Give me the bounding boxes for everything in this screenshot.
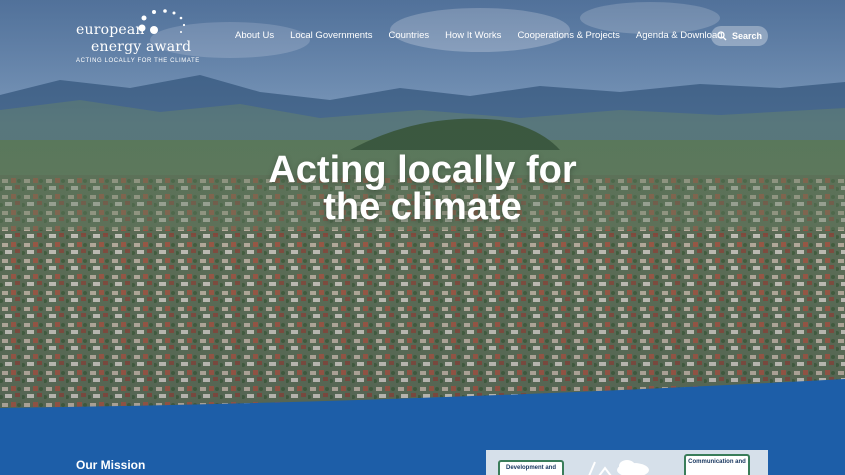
logo-tagline: ACTING LOCALLY FOR THE CLIMATE — [76, 58, 200, 64]
search-button[interactable]: Search — [711, 26, 768, 46]
search-icon — [717, 31, 727, 41]
nav-how-it-works[interactable]: How It Works — [437, 28, 509, 43]
infographic-box-communication: Communication and — [684, 454, 750, 475]
logo-text-line2: energy award — [91, 39, 192, 55]
main-nav: About Us Local Governments Countries How… — [227, 28, 731, 43]
logo-text-line1: european — [76, 22, 145, 38]
mission-infographic: Development and Communication and — [486, 450, 768, 475]
mission-heading: Our Mission — [76, 458, 146, 472]
cloud-icon — [588, 460, 649, 475]
nav-local-governments[interactable]: Local Governments — [282, 28, 380, 43]
hero-wave-divider — [0, 379, 845, 410]
nav-cooperations-projects[interactable]: Cooperations & Projects — [509, 28, 627, 43]
hero-headline-line1: Acting locally for — [268, 149, 577, 191]
infographic-box-development: Development and — [498, 460, 564, 475]
search-label: Search — [731, 31, 763, 41]
nav-countries[interactable]: Countries — [380, 28, 437, 43]
hero-section: european energy award ACTING LOCALLY FOR… — [0, 0, 845, 410]
logo[interactable]: european energy award ACTING LOCALLY FOR… — [76, 9, 199, 70]
hero-headline-line2: the climate — [323, 186, 522, 228]
nav-about-us[interactable]: About Us — [227, 28, 282, 43]
hero-headline: Acting locally for the climate — [0, 149, 845, 228]
